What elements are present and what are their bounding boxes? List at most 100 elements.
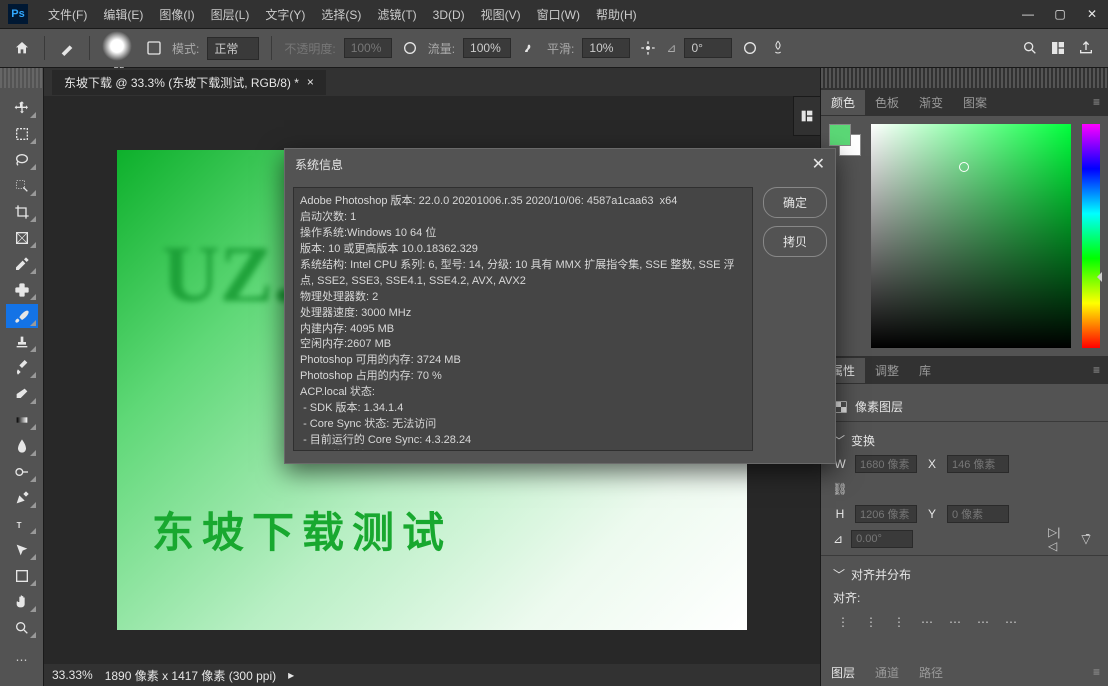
- workspace-icon[interactable]: [1048, 38, 1068, 58]
- symmetry-icon[interactable]: [768, 38, 788, 58]
- hue-strip[interactable]: [1082, 124, 1100, 348]
- y-input[interactable]: [947, 505, 1009, 523]
- menu-视图(V)[interactable]: 视图(V): [473, 4, 529, 26]
- panel-menu-icon[interactable]: ≡: [1093, 665, 1100, 679]
- close-tab-icon[interactable]: ×: [307, 75, 314, 89]
- move-tool[interactable]: [6, 96, 38, 120]
- tab-颜色[interactable]: 颜色: [821, 90, 865, 115]
- airbrush-icon[interactable]: [519, 38, 539, 58]
- path-select-tool[interactable]: [6, 538, 38, 562]
- menu-窗口(W)[interactable]: 窗口(W): [529, 4, 588, 26]
- crop-tool[interactable]: [6, 200, 38, 224]
- align-more-icon[interactable]: ⋯: [1001, 612, 1021, 632]
- menu-滤镜(T)[interactable]: 滤镜(T): [369, 4, 424, 26]
- hand-tool[interactable]: [6, 590, 38, 614]
- pressure-opacity-icon[interactable]: [400, 38, 420, 58]
- angle-icon: ⊿: [833, 532, 843, 546]
- dialog-close-icon[interactable]: ✕: [812, 154, 825, 174]
- healing-tool[interactable]: [6, 278, 38, 302]
- color-field[interactable]: [871, 124, 1071, 348]
- menu-编辑(E)[interactable]: 编辑(E): [95, 4, 151, 26]
- history-brush-tool[interactable]: [6, 356, 38, 380]
- align-bottom-icon[interactable]: ⋯: [973, 612, 993, 632]
- panel-dock-icon[interactable]: [793, 96, 821, 136]
- frame-tool[interactable]: [6, 226, 38, 250]
- tab-渐变[interactable]: 渐变: [909, 90, 953, 115]
- panel-menu-icon[interactable]: ≡: [1093, 363, 1100, 377]
- align-vc-icon[interactable]: ⋯: [945, 612, 965, 632]
- tab-调整[interactable]: 调整: [865, 358, 909, 383]
- shape-tool[interactable]: [6, 564, 38, 588]
- right-panels: 颜色色板渐变图案≡ 属性调整库≡ 像素图层 ﹀变换 W: [820, 68, 1108, 686]
- menu-图像(I)[interactable]: 图像(I): [151, 4, 202, 26]
- document-tab[interactable]: 东坡下载 @ 33.3% (东坡下载测试, RGB/8) * ×: [52, 70, 326, 95]
- opacity-input[interactable]: 100%: [344, 38, 392, 58]
- zoom-value[interactable]: 33.33%: [52, 668, 93, 682]
- tab-路径[interactable]: 路径: [909, 660, 953, 685]
- align-right-icon[interactable]: ⋮: [889, 612, 909, 632]
- ok-button[interactable]: 确定: [763, 187, 827, 218]
- brush-panel-icon[interactable]: [144, 38, 164, 58]
- width-input[interactable]: [855, 455, 917, 473]
- link-wh-icon[interactable]: ⛓: [833, 479, 847, 499]
- blur-tool[interactable]: [6, 434, 38, 458]
- copy-button[interactable]: 拷贝: [763, 226, 827, 257]
- mode-select[interactable]: 正常: [207, 37, 259, 60]
- menu-帮助(H)[interactable]: 帮助(H): [588, 4, 645, 26]
- share-icon[interactable]: [1076, 38, 1096, 58]
- align-left-icon[interactable]: ⋮: [833, 612, 853, 632]
- menu-3D(D)[interactable]: 3D(D): [425, 4, 473, 26]
- stamp-tool[interactable]: [6, 330, 38, 354]
- type-tool[interactable]: T: [6, 512, 38, 536]
- tab-色板[interactable]: 色板: [865, 90, 909, 115]
- zoom-tool[interactable]: [6, 616, 38, 640]
- app-logo: Ps: [8, 4, 28, 24]
- menu-文字(Y)[interactable]: 文字(Y): [257, 4, 313, 26]
- flow-input[interactable]: 100%: [463, 38, 511, 58]
- panel-menu-icon[interactable]: ≡: [1093, 95, 1100, 109]
- brush-tool[interactable]: [6, 304, 38, 328]
- search-icon[interactable]: [1020, 38, 1040, 58]
- eyedropper-tool[interactable]: [6, 252, 38, 276]
- height-input[interactable]: [855, 505, 917, 523]
- align-hc-icon[interactable]: ⋮: [861, 612, 881, 632]
- marquee-tool[interactable]: [6, 122, 38, 146]
- flip-h-icon[interactable]: ▷|◁: [1048, 529, 1068, 549]
- pen-tool[interactable]: [6, 486, 38, 510]
- tab-图层[interactable]: 图层: [821, 660, 865, 685]
- dodge-tool[interactable]: [6, 460, 38, 484]
- tool-preset-icon[interactable]: [57, 38, 77, 58]
- rotation-input[interactable]: [851, 530, 913, 548]
- tab-库[interactable]: 库: [909, 358, 941, 383]
- edit-toolbar-icon[interactable]: ⋯: [6, 648, 38, 672]
- home-icon[interactable]: [12, 38, 32, 58]
- minimize-button[interactable]: —: [1020, 6, 1036, 22]
- menu-文件(F)[interactable]: 文件(F): [40, 4, 95, 26]
- titlebar: Ps 文件(F)编辑(E)图像(I)图层(L)文字(Y)选择(S)滤镜(T)3D…: [0, 0, 1108, 28]
- align-section[interactable]: ﹀对齐并分布: [833, 566, 1096, 583]
- align-top-icon[interactable]: ⋯: [917, 612, 937, 632]
- close-button[interactable]: ✕: [1084, 6, 1100, 22]
- pressure-size-icon[interactable]: [740, 38, 760, 58]
- transform-section[interactable]: ﹀变换: [833, 432, 1096, 449]
- quick-select-tool[interactable]: [6, 174, 38, 198]
- menu-选择(S)[interactable]: 选择(S): [313, 4, 369, 26]
- x-label: X: [925, 457, 939, 471]
- lasso-tool[interactable]: [6, 148, 38, 172]
- eraser-tool[interactable]: [6, 382, 38, 406]
- x-input[interactable]: [947, 455, 1009, 473]
- fg-color-swatch[interactable]: [829, 124, 851, 146]
- menu-图层(L)[interactable]: 图层(L): [203, 4, 258, 26]
- gradient-tool[interactable]: [6, 408, 38, 432]
- angle-input[interactable]: 0°: [684, 38, 732, 58]
- system-info-text[interactable]: Adobe Photoshop 版本: 22.0.0 20201006.r.35…: [293, 187, 753, 451]
- maximize-button[interactable]: ▢: [1052, 6, 1068, 22]
- tab-图案[interactable]: 图案: [953, 90, 997, 115]
- smooth-input[interactable]: 10%: [582, 38, 630, 58]
- status-arrow-icon[interactable]: ▸: [288, 668, 294, 682]
- brush-preview[interactable]: 55: [102, 31, 136, 65]
- document-tab-title: 东坡下载 @ 33.3% (东坡下载测试, RGB/8) *: [64, 74, 299, 91]
- smooth-options-icon[interactable]: [638, 38, 658, 58]
- tab-通道[interactable]: 通道: [865, 660, 909, 685]
- flip-v-icon[interactable]: ▽̄: [1076, 529, 1096, 549]
